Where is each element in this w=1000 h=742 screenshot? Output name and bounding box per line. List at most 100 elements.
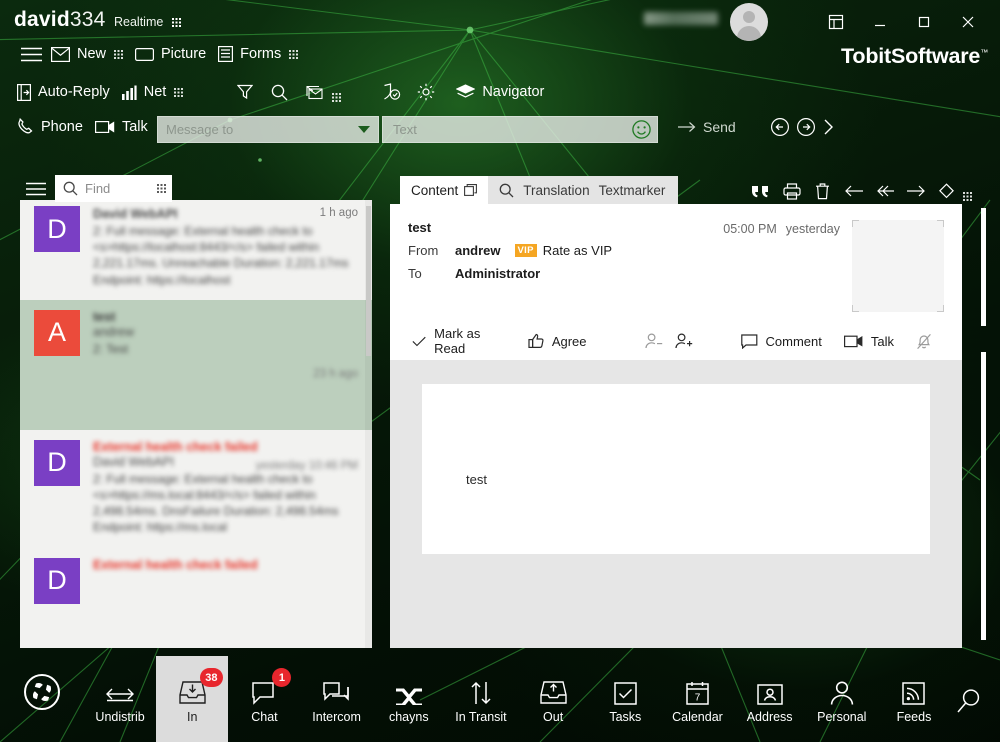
search-icon[interactable] bbox=[499, 183, 514, 198]
vip-badge[interactable]: VIP bbox=[515, 244, 537, 257]
back-all-button[interactable] bbox=[869, 178, 900, 204]
nav-item-in-transit[interactable]: In Transit bbox=[445, 656, 517, 742]
print-button[interactable] bbox=[776, 178, 807, 204]
content-tabs: Content Translation Textmarker bbox=[400, 176, 678, 204]
content-tab-group: Translation Textmarker bbox=[488, 176, 678, 204]
nav-item-address[interactable]: Address bbox=[734, 656, 806, 742]
table-row[interactable]: A 23 h ago test andrew 2: Test bbox=[20, 300, 372, 430]
tag-button[interactable] bbox=[931, 178, 962, 204]
nav-item-label: Intercom bbox=[312, 710, 361, 724]
message-body-text: test bbox=[466, 472, 487, 487]
menu-item-net[interactable]: Net bbox=[119, 80, 193, 104]
settings-button[interactable] bbox=[409, 78, 443, 106]
send-button[interactable]: Send bbox=[678, 119, 736, 135]
close-icon[interactable] bbox=[946, 8, 990, 36]
table-row[interactable]: D 1 h ago David WebAPI 2: Full message: … bbox=[20, 200, 372, 300]
intercom-icon bbox=[323, 675, 350, 705]
keypad-icon bbox=[114, 50, 123, 59]
nav-item-in[interactable]: In 38 bbox=[156, 656, 228, 742]
message-list[interactable]: D 1 h ago David WebAPI 2: Full message: … bbox=[20, 200, 372, 648]
rate-as-vip-label[interactable]: Rate as VIP bbox=[543, 243, 612, 258]
video-icon bbox=[95, 120, 115, 134]
nav-item-personal[interactable]: Personal bbox=[806, 656, 878, 742]
realtime-menu[interactable]: Realtime bbox=[114, 15, 181, 29]
avatar[interactable] bbox=[730, 3, 768, 41]
chevron-right-icon[interactable] bbox=[822, 118, 834, 136]
quote-button[interactable] bbox=[745, 178, 776, 204]
menu-item-navigator[interactable]: Navigator bbox=[453, 80, 553, 104]
nav-item-intercom[interactable]: Intercom bbox=[301, 656, 373, 742]
message-text-input[interactable]: Text bbox=[382, 116, 658, 143]
talk-button[interactable]: Talk bbox=[844, 334, 894, 349]
shield-check-button[interactable] bbox=[375, 78, 409, 106]
nav-item-feeds[interactable]: Feeds bbox=[878, 656, 950, 742]
agree-button[interactable]: Agree bbox=[528, 333, 587, 349]
user-plus-icon bbox=[675, 333, 693, 349]
menu-item-navigator-label: Navigator bbox=[482, 84, 544, 100]
chayns-logo-icon[interactable] bbox=[24, 674, 60, 710]
nav-item-calendar[interactable]: 7 Calendar bbox=[661, 656, 733, 742]
comment-button[interactable]: Comment bbox=[741, 334, 822, 349]
nav-item-tasks[interactable]: Tasks bbox=[589, 656, 661, 742]
layout-icon[interactable] bbox=[814, 8, 858, 36]
list-item-preview: 2: Full message: External health check t… bbox=[93, 471, 358, 536]
compose-navigation bbox=[770, 117, 834, 137]
list-search-input[interactable]: Find bbox=[55, 175, 172, 202]
back-circle-icon[interactable] bbox=[770, 117, 790, 137]
forward-circle-icon[interactable] bbox=[796, 117, 816, 137]
nav-item-chayns[interactable]: chayns bbox=[373, 656, 445, 742]
mute-button[interactable] bbox=[916, 333, 932, 350]
nav-search-button[interactable] bbox=[950, 682, 988, 720]
message-header: test 05:00 PMyesterday From andrew VIP R… bbox=[390, 204, 962, 322]
feeds-icon bbox=[902, 675, 925, 705]
app-brand: david334 bbox=[14, 8, 106, 32]
tab-textmarker[interactable]: Textmarker bbox=[599, 183, 666, 198]
back-button[interactable] bbox=[838, 178, 869, 204]
tab-content-label: Content bbox=[411, 183, 458, 198]
content-scrollbar-bottom[interactable] bbox=[981, 352, 986, 640]
menu-item-new[interactable]: New bbox=[48, 42, 132, 66]
forward-button[interactable] bbox=[900, 178, 931, 204]
nav-item-undistrib[interactable]: Undistrib bbox=[84, 656, 156, 742]
list-item-from: David WebAPI bbox=[93, 455, 358, 469]
keypad-icon[interactable] bbox=[157, 184, 166, 193]
list-scrollbar-thumb[interactable] bbox=[366, 206, 371, 356]
nav-item-label: Calendar bbox=[672, 710, 723, 724]
menu-item-auto-reply[interactable]: Auto-Reply bbox=[14, 80, 119, 105]
chevron-down-icon bbox=[358, 126, 370, 134]
table-row[interactable]: D External health check failed yesterday… bbox=[20, 430, 372, 548]
maximize-icon[interactable] bbox=[902, 8, 946, 36]
menu-item-picture[interactable]: Picture bbox=[132, 42, 215, 66]
menu-item-phone[interactable]: Phone bbox=[14, 114, 92, 139]
tab-content[interactable]: Content bbox=[400, 176, 488, 204]
nav-item-label: In Transit bbox=[455, 710, 506, 724]
smiley-icon[interactable] bbox=[632, 120, 651, 139]
list-item-preview: 2: Test bbox=[93, 341, 358, 357]
minimize-icon[interactable] bbox=[858, 8, 902, 36]
main-menu-button[interactable] bbox=[14, 40, 48, 68]
search-button[interactable] bbox=[262, 78, 296, 106]
message-photo-placeholder bbox=[852, 220, 944, 312]
menu-row-2: Auto-Reply Net bbox=[14, 78, 553, 106]
mark-as-read-button[interactable]: Mark as Read bbox=[412, 326, 506, 356]
talk-label: Talk bbox=[871, 334, 894, 349]
recipient-select[interactable]: Message to bbox=[157, 116, 379, 143]
list-menu-button[interactable] bbox=[22, 178, 50, 200]
table-row[interactable]: D External health check failed bbox=[20, 548, 372, 616]
filter-button[interactable] bbox=[228, 78, 262, 106]
menu-item-talk[interactable]: Talk bbox=[92, 115, 157, 139]
message-body-area: test bbox=[390, 360, 962, 648]
delete-button[interactable] bbox=[807, 178, 838, 204]
mail-stack-button[interactable] bbox=[296, 78, 330, 106]
add-user-button[interactable] bbox=[675, 333, 693, 349]
vendor-name-2: Software bbox=[891, 44, 980, 68]
nav-item-out[interactable]: Out bbox=[517, 656, 589, 742]
list-scrollbar[interactable] bbox=[365, 200, 372, 648]
nav-item-chat[interactable]: Chat 1 bbox=[228, 656, 300, 742]
content-scrollbar-top[interactable] bbox=[981, 208, 986, 326]
menu-item-forms[interactable]: Forms bbox=[215, 42, 307, 66]
remove-user-button[interactable] bbox=[645, 333, 663, 349]
keypad-icon[interactable] bbox=[963, 192, 972, 201]
phone-icon bbox=[17, 118, 34, 135]
tab-translation[interactable]: Translation bbox=[523, 183, 589, 198]
